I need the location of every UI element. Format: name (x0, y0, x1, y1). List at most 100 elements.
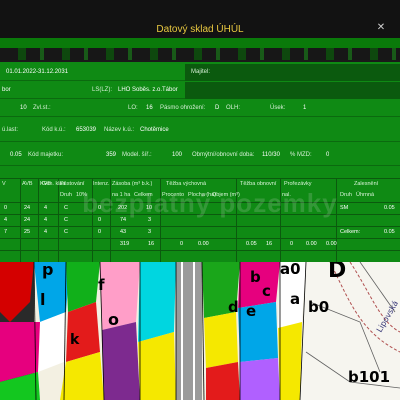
cell-zalesneni-plocha: 0.05 (384, 205, 395, 211)
ls-label: LS(LZ): (92, 87, 113, 93)
obmyt-value: 110/30 (262, 152, 280, 158)
cell-celkem-value: 0.05 (384, 229, 395, 235)
table-col-divider (236, 178, 237, 262)
cell-zalesneni-druh: SM (340, 205, 349, 211)
usek-value: 1 (303, 105, 307, 111)
col-header-procento: Procento (162, 192, 185, 198)
cell-zasoba-celkem: 3 (148, 217, 152, 223)
map-parcel-red (206, 362, 240, 400)
pasmo-value: D (215, 105, 220, 111)
ls-dark-field (185, 82, 400, 99)
col-header-nal: nal. (282, 192, 291, 198)
cell-v: 0 (4, 205, 8, 211)
table-col-divider (110, 178, 111, 262)
uzast-label: ú.last: (2, 127, 19, 133)
map-road-zone (176, 262, 202, 400)
cell-gen: C (64, 229, 68, 235)
area-005-value: 0.05 (10, 152, 22, 158)
col-header-urgence: Úhrnná (356, 192, 375, 198)
map-parcel-yellow (204, 312, 238, 368)
info-row-period: 01.01.2022-31.12.2031 Majitel: (0, 64, 400, 81)
period-value: 01.01.2022-31.12.2031 (6, 69, 69, 75)
col-header-intenz: Intenz. (93, 181, 110, 187)
cell-zasoba-ha: 74 (120, 217, 127, 223)
map-parcel-purple (102, 322, 140, 400)
total-prorezavky-plocha: 0.00 (306, 241, 317, 247)
total-zasoba-celkem: 16 (148, 241, 155, 247)
cell-intenz: 0 (98, 229, 102, 235)
table-divider (0, 214, 400, 215)
table-divider (0, 238, 400, 239)
nazev-ku-value: Chotěmice (140, 127, 169, 133)
cell-intenz: 0 (98, 205, 102, 211)
pasmo-label: Pásmo ohrožení: (160, 105, 206, 111)
map-parcel-yellow (138, 332, 176, 400)
col-header-avb: AVB (22, 181, 33, 187)
cell-zasoba-ha: 202 (118, 205, 128, 211)
col-header-zasoba: Zásoba (m³ b.k.) (112, 181, 153, 187)
col-header-druh2: Druh (340, 192, 352, 198)
kod-ku-value: 653039 (76, 127, 97, 133)
info-panel: 01.01.2022-31.12.2031 Majitel: bor LS(LZ… (0, 62, 400, 178)
map-parcel-yellow (278, 322, 302, 400)
table-divider (0, 250, 400, 251)
map-parcel-pink (100, 262, 140, 330)
map-label-e: e (246, 302, 257, 320)
map-label-c: c (262, 282, 271, 300)
cell-intenz: 0 (98, 217, 102, 223)
nazev-ku-label: Název k.ú.: (104, 127, 135, 133)
table-col-divider (280, 178, 281, 262)
col-header-objem: Objem (m³) (212, 192, 240, 198)
table-col-divider (92, 178, 93, 262)
col-header-na1ha: na 1 ha (112, 192, 131, 198)
cell-v: 4 (4, 217, 8, 223)
col-header-druh: Druh (60, 192, 72, 198)
window-title: Datový sklad ÚHÚL (156, 24, 244, 35)
col-header-tezba-obnovni: Těžba obnovní (240, 181, 277, 187)
close-icon[interactable]: ✕ (374, 22, 388, 34)
total-prorezavky-other: 0.00 (326, 241, 337, 247)
table-col-divider (38, 178, 39, 262)
col-header-pestovani: Pěstování (60, 181, 85, 187)
total-procento: 0 (180, 241, 184, 247)
cadastral-map[interactable]: p l o f d a0 a b c e k D b0 b101 Lipovsk… (0, 262, 400, 400)
lo-value: 16 (146, 105, 153, 111)
cell-gen: C (64, 205, 68, 211)
kod-majetku-value: 359 (106, 152, 117, 158)
lo-label: LO: (128, 105, 138, 111)
olh-label: OLH: (226, 105, 241, 111)
app-window: Datový sklad ÚHÚL ✕ 01.01.2022-31.12.203… (0, 0, 400, 400)
cell-kvb: 4 (44, 229, 48, 235)
map-label-b: b (250, 268, 261, 286)
zvl-label: Zvl.st.: (33, 105, 51, 111)
zvl-value: 10 (20, 105, 27, 111)
table-col-divider (58, 178, 59, 262)
kod-ku-label: Kód k.ú.: (42, 127, 66, 133)
info-row-majetek: 0.05 Kód majetku: 359 Model. šíř.: 100 O… (0, 144, 400, 166)
cell-zasoba-celkem: 10 (146, 205, 153, 211)
stand-table: V AVB KVB Gen. klas. Pěstování Druh 10% … (0, 178, 400, 262)
cell-kvb: 4 (44, 217, 48, 223)
map-label-a: a (290, 290, 301, 308)
map-label-b101: b101 (348, 368, 391, 386)
total-obnovni-objem: 16 (266, 241, 273, 247)
info-row-zvl: 10 Zvl.st.: LO: 16 Pásmo ohrožení: D OLH… (0, 100, 400, 117)
map-parcel-blue (238, 302, 278, 362)
model-value: 100 (172, 152, 183, 158)
obmyt-label: Obmýtní/obnovní doba: (192, 152, 255, 158)
cell-kvb: 4 (44, 205, 48, 211)
cell-avb: 25 (24, 229, 31, 235)
map-toolbar-strip (0, 48, 400, 60)
total-plocha: 0.00 (198, 241, 209, 247)
col-header-zalesneni: Zalesnění (354, 181, 379, 187)
map-label-d: d (228, 298, 239, 316)
info-row-ls: bor LS(LZ): LHO Soběs. z.o.Tábor (0, 82, 400, 99)
mzd-label: % MZD: (290, 152, 312, 158)
total-obnovni-plocha: 0.05 (246, 241, 257, 247)
info-row-ku: ú.last: Kód k.ú.: 653039 Název k.ú.: Cho… (0, 118, 400, 142)
table-divider (0, 202, 400, 203)
map-label-o: o (108, 310, 119, 329)
mzd-value: 0 (326, 152, 330, 158)
area-value: bor (2, 87, 11, 93)
total-prorezavky-nal: 0 (290, 241, 294, 247)
